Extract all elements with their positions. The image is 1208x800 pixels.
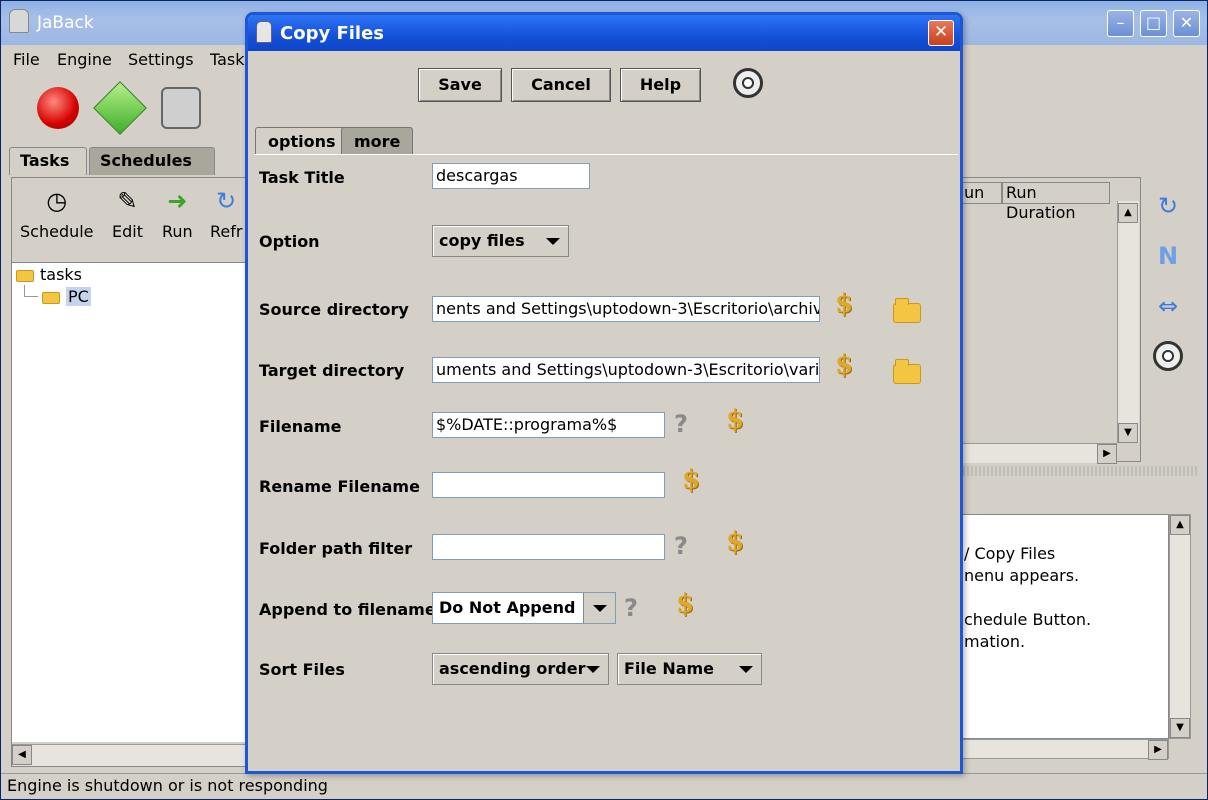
arrow-right-icon: ➜ bbox=[167, 187, 188, 215]
filename-label: Filename bbox=[259, 417, 342, 436]
column-header-run-duration[interactable]: Run Duration bbox=[1002, 182, 1110, 222]
folder-icon bbox=[16, 269, 34, 282]
dialog-title: Copy Files bbox=[280, 23, 385, 44]
scroll-right-icon[interactable]: ▶ bbox=[1097, 444, 1117, 464]
start-engine-icon[interactable] bbox=[93, 81, 147, 135]
app-icon bbox=[256, 21, 272, 43]
help-question-icon[interactable]: ? bbox=[624, 594, 638, 622]
schedule-button[interactable]: ◷ Schedule bbox=[20, 186, 94, 241]
tab-tasks[interactable]: Tasks bbox=[9, 147, 87, 175]
new-icon[interactable]: N bbox=[1151, 239, 1185, 273]
pencil-icon: ✎ bbox=[117, 187, 138, 215]
refresh-icon: ↻ bbox=[216, 187, 237, 215]
tab-schedules[interactable]: Schedules bbox=[89, 147, 215, 175]
menu-file[interactable]: File bbox=[13, 50, 40, 69]
target-directory-input[interactable]: uments and Settings\uptodown-3\Escritori… bbox=[432, 357, 820, 383]
rename-filename-input[interactable] bbox=[432, 472, 665, 498]
folder-icon bbox=[42, 291, 60, 304]
minimize-button[interactable]: – bbox=[1107, 10, 1134, 37]
option-select[interactable]: copy files bbox=[432, 225, 569, 257]
stop-engine-icon[interactable] bbox=[37, 87, 79, 129]
variable-dollar-icon[interactable]: $ bbox=[835, 350, 853, 380]
chevron-down-icon bbox=[739, 666, 753, 673]
chevron-down-icon bbox=[546, 238, 560, 245]
tree-node-tasks[interactable]: tasks bbox=[16, 265, 82, 284]
vertical-scrollbar[interactable]: ▲ ▼ bbox=[1169, 514, 1191, 739]
target-directory-label: Target directory bbox=[259, 361, 405, 380]
scroll-down-icon[interactable]: ▼ bbox=[1170, 718, 1190, 738]
tab-more[interactable]: more bbox=[341, 127, 414, 155]
engine-status-icon[interactable] bbox=[161, 87, 201, 129]
refresh-icon[interactable]: ↻ bbox=[1151, 189, 1185, 223]
variable-dollar-icon[interactable]: $ bbox=[676, 589, 694, 619]
menu-engine[interactable]: Engine bbox=[57, 50, 112, 69]
variable-dollar-icon[interactable]: $ bbox=[726, 405, 744, 435]
refresh-button[interactable]: ↻ Refr bbox=[210, 186, 242, 241]
window-title: JaBack bbox=[37, 13, 94, 33]
source-directory-label: Source directory bbox=[259, 300, 409, 319]
resize-icon[interactable]: ⇔ bbox=[1151, 289, 1185, 323]
chevron-down-icon bbox=[593, 605, 607, 612]
settings-icon[interactable] bbox=[733, 68, 763, 98]
horizontal-scrollbar[interactable]: ▶ bbox=[959, 443, 1117, 464]
status-bar: Engine is shutdown or is not responding bbox=[1, 773, 1207, 799]
column-header-last-run[interactable]: un bbox=[960, 182, 1002, 204]
folder-path-filter-input[interactable] bbox=[432, 534, 665, 560]
scroll-up-icon[interactable]: ▲ bbox=[1118, 203, 1138, 223]
help-button[interactable]: Help bbox=[620, 68, 701, 102]
dialog-title-bar[interactable]: Copy Files ✕ bbox=[248, 15, 960, 51]
source-directory-input[interactable]: nents and Settings\uptodown-3\Escritorio… bbox=[432, 296, 820, 322]
task-title-input[interactable]: descargas bbox=[432, 163, 590, 189]
chevron-down-icon bbox=[586, 666, 600, 673]
filename-input[interactable]: $%DATE::programa%$ bbox=[432, 412, 665, 438]
append-to-filename-select[interactable]: Do Not Append bbox=[432, 592, 616, 624]
variable-dollar-icon[interactable]: $ bbox=[835, 289, 853, 319]
tree-node-pc[interactable]: PC bbox=[42, 287, 91, 306]
horizontal-scrollbar[interactable]: ◀ bbox=[12, 744, 250, 766]
task-title-label: Task Title bbox=[259, 168, 345, 187]
help-question-icon[interactable]: ? bbox=[674, 410, 688, 438]
cancel-button[interactable]: Cancel bbox=[511, 68, 611, 102]
help-text-area: / Copy Files nenu appears. chedule Butto… bbox=[959, 514, 1169, 739]
edit-button[interactable]: ✎ Edit bbox=[112, 186, 143, 241]
app-icon bbox=[9, 9, 29, 33]
task-tree: tasks PC bbox=[12, 262, 250, 742]
settings-icon[interactable] bbox=[1153, 341, 1183, 371]
run-button[interactable]: ➜ Run bbox=[162, 186, 193, 241]
rename-filename-label: Rename Filename bbox=[259, 477, 420, 496]
option-label: Option bbox=[259, 232, 320, 251]
browse-folder-icon[interactable] bbox=[893, 359, 921, 384]
browse-folder-icon[interactable] bbox=[893, 298, 921, 323]
sort-by-select[interactable]: File Name bbox=[617, 653, 762, 685]
vertical-scrollbar[interactable]: ▲ ▼ bbox=[1117, 201, 1139, 443]
menu-settings[interactable]: Settings bbox=[128, 50, 194, 69]
scroll-right-icon[interactable]: ▶ bbox=[1148, 740, 1168, 760]
scroll-up-icon[interactable]: ▲ bbox=[1170, 515, 1190, 535]
close-button[interactable]: ✕ bbox=[1173, 10, 1200, 37]
main-toolbar bbox=[1, 77, 251, 139]
dropdown-button[interactable] bbox=[583, 593, 615, 623]
horizontal-scrollbar[interactable]: ▶ bbox=[959, 739, 1169, 760]
folder-path-filter-label: Folder path filter bbox=[259, 539, 413, 558]
scroll-left-icon[interactable]: ◀ bbox=[12, 745, 32, 765]
append-to-filename-label: Append to filename bbox=[259, 600, 436, 619]
tasks-panel: ◷ Schedule ✎ Edit ➜ Run ↻ Refr tasks PC … bbox=[11, 177, 251, 767]
task-table: un Run Duration bbox=[959, 177, 1141, 462]
scroll-down-icon[interactable]: ▼ bbox=[1118, 423, 1138, 443]
dialog-close-button[interactable]: ✕ bbox=[928, 20, 954, 46]
variable-dollar-icon[interactable]: $ bbox=[726, 527, 744, 557]
help-question-icon[interactable]: ? bbox=[674, 532, 688, 560]
copy-files-dialog: Copy Files ✕ Save Cancel Help options mo… bbox=[245, 12, 963, 774]
split-pane-divider[interactable] bbox=[959, 466, 1199, 476]
clock-icon: ◷ bbox=[46, 187, 68, 215]
sort-files-label: Sort Files bbox=[259, 660, 345, 679]
variable-dollar-icon[interactable]: $ bbox=[682, 465, 700, 495]
save-button[interactable]: Save bbox=[418, 68, 502, 102]
sort-order-select[interactable]: ascending order bbox=[432, 653, 609, 685]
tab-options[interactable]: options bbox=[255, 127, 349, 155]
maximize-button[interactable]: □ bbox=[1140, 10, 1167, 37]
menu-task[interactable]: Task bbox=[210, 50, 245, 69]
